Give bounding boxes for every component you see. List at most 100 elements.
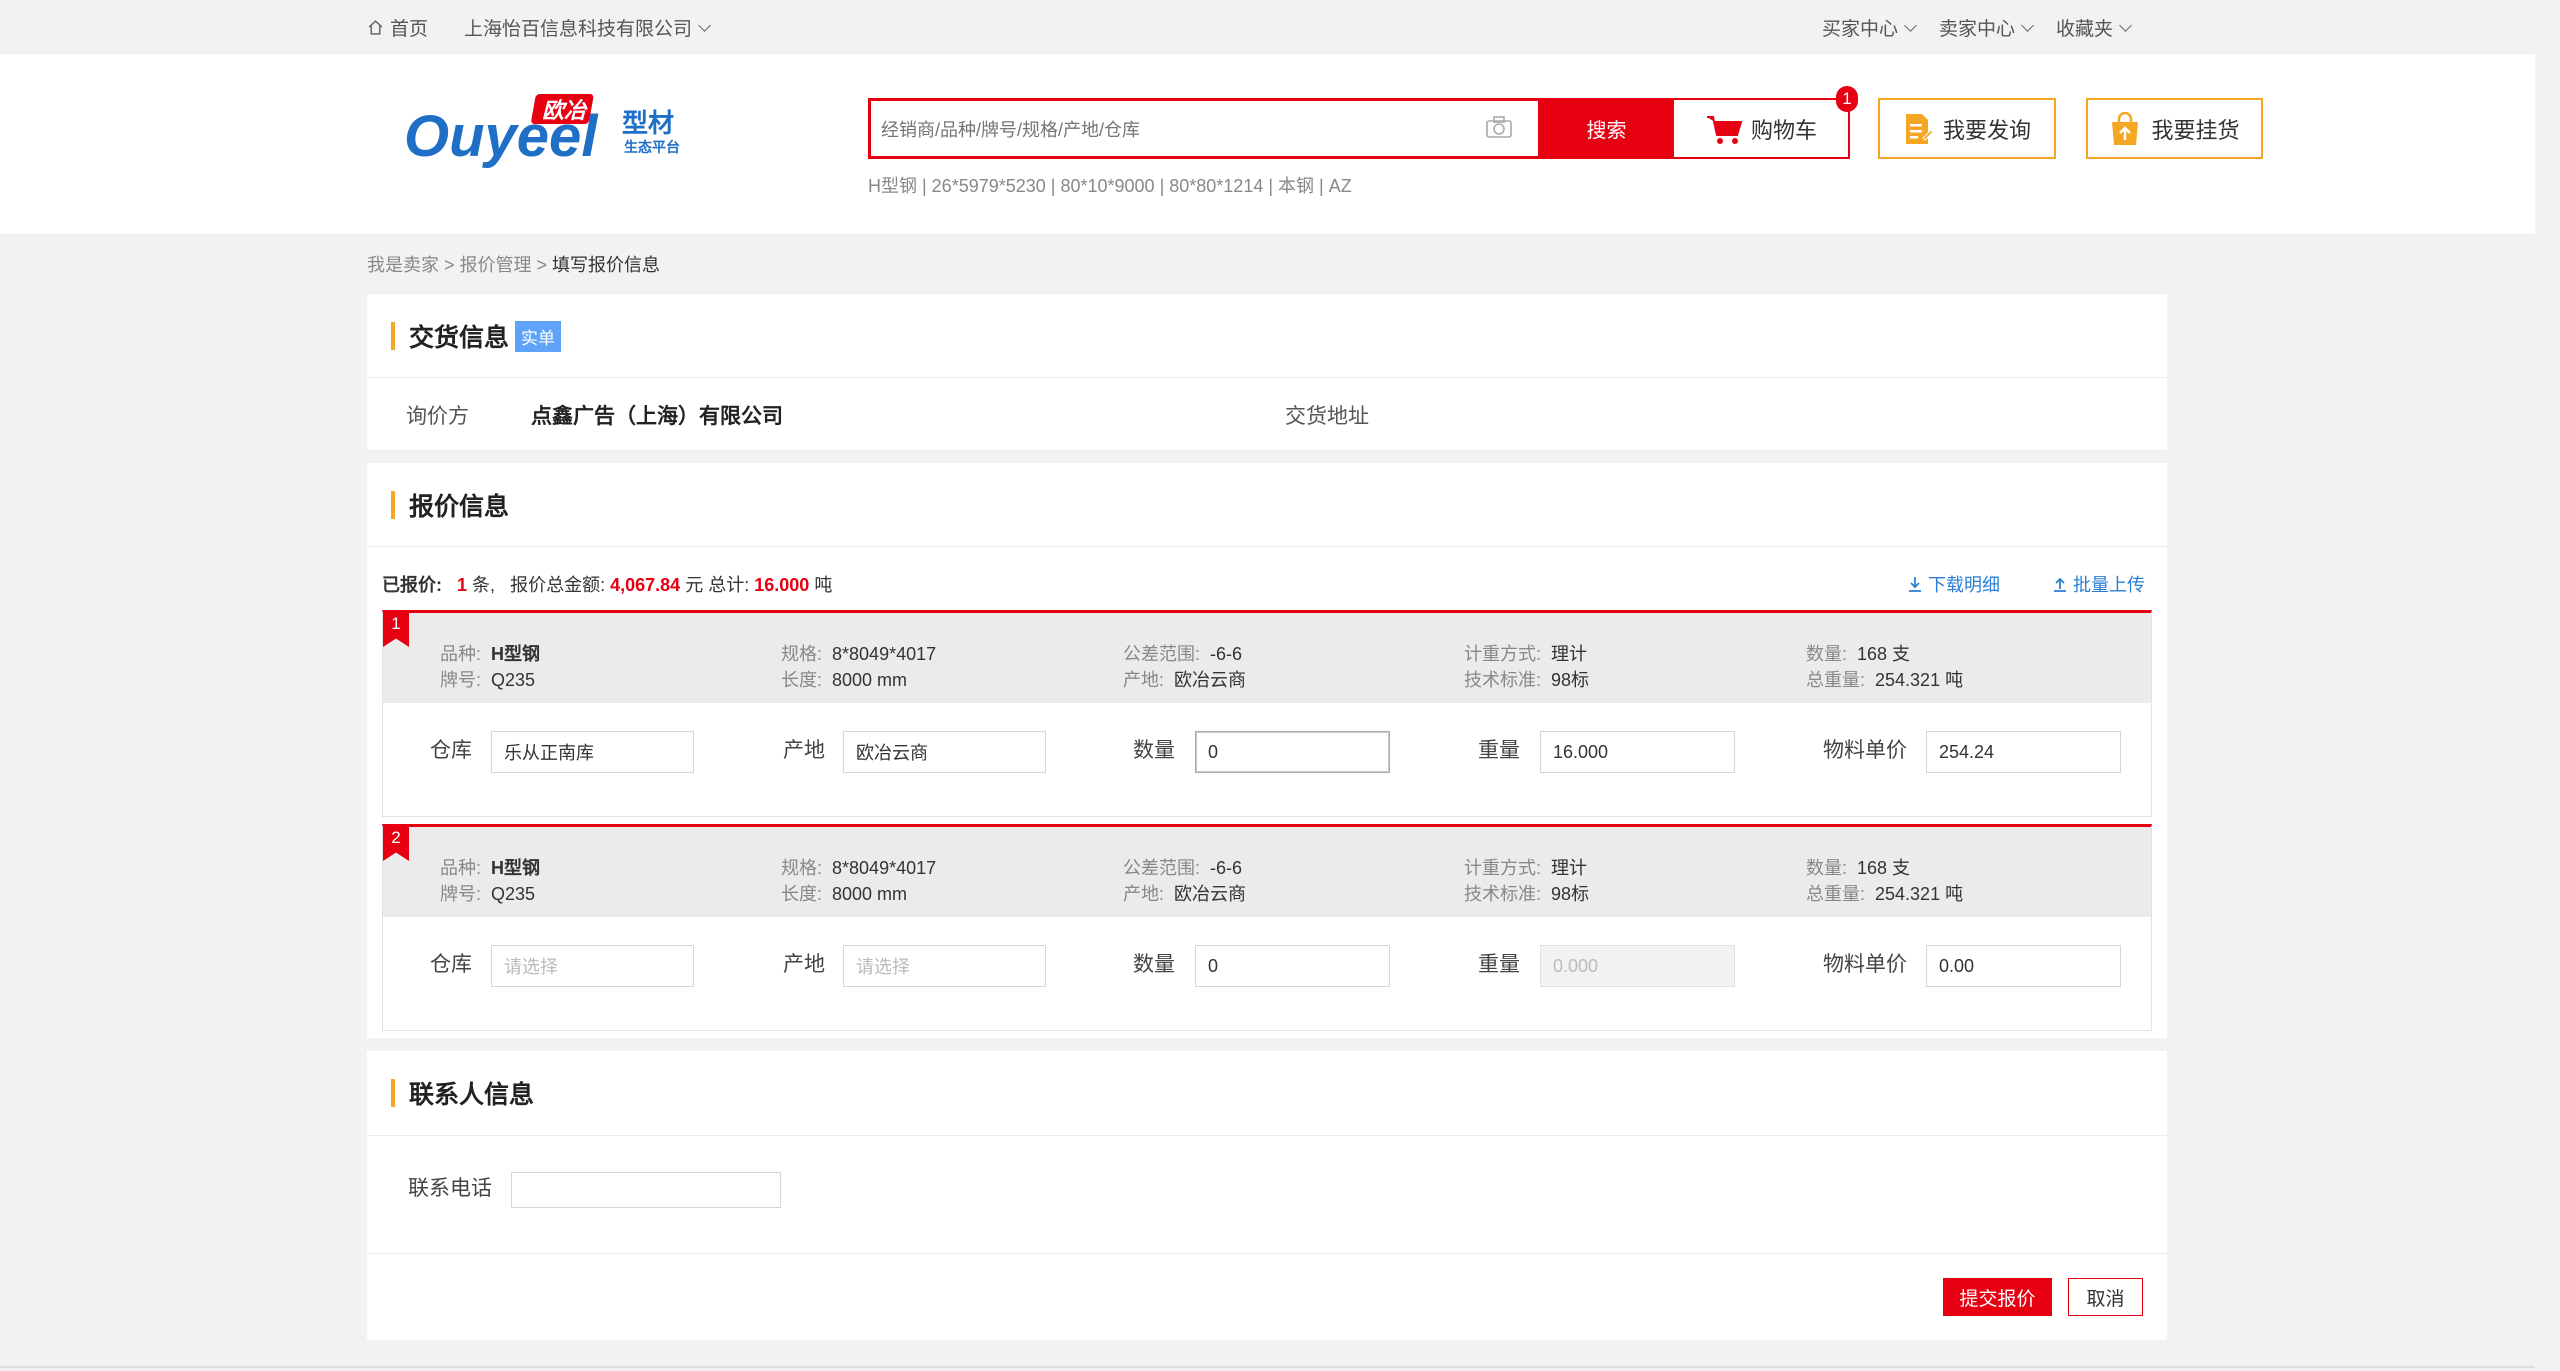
menu-seller-center[interactable]: 卖家中心 bbox=[1939, 14, 2034, 41]
item-summary: 2 品种: H型钢 牌号: Q235 规格: 8*8049*4017 长度: 8000 … bbox=[383, 827, 2151, 917]
quote-weight: 16.000 bbox=[754, 575, 810, 595]
quote-count: 1 bbox=[457, 575, 468, 595]
grade-value: Q235 bbox=[491, 884, 536, 904]
inquirer-label: 询价方 bbox=[406, 405, 469, 428]
cart-icon bbox=[1706, 115, 1743, 144]
spec-value: 8*8049*4017 bbox=[832, 644, 937, 664]
warehouse-select[interactable]: 请选择 bbox=[491, 945, 694, 987]
home-label: 首页 bbox=[390, 19, 429, 40]
cancel-button[interactable]: 取消 bbox=[2068, 1278, 2143, 1316]
post-inquiry-button[interactable]: 我要发询 bbox=[1878, 98, 2056, 159]
measure-label: 计重方式: bbox=[1464, 858, 1542, 878]
breadcrumb-seller[interactable]: 我是卖家 bbox=[367, 255, 439, 275]
document-edit-icon bbox=[1905, 113, 1933, 144]
quantity-input[interactable]: 0 bbox=[1195, 731, 1390, 773]
grade-value: Q235 bbox=[491, 670, 536, 690]
divider bbox=[367, 1135, 2167, 1136]
measure-value: 理计 bbox=[1551, 858, 1588, 878]
company-name: 上海怡百信息科技有限公司 bbox=[464, 19, 693, 40]
variety-label: 品种: bbox=[440, 644, 482, 664]
variety-value: H型钢 bbox=[491, 644, 541, 664]
item-number-ribbon: 1 bbox=[383, 613, 409, 647]
length-label: 长度: bbox=[781, 670, 823, 690]
home-icon bbox=[368, 20, 383, 35]
search-button[interactable]: 搜索 bbox=[1541, 98, 1672, 159]
chevron-down-icon bbox=[698, 18, 711, 32]
contact-title: 联系人信息 bbox=[409, 1081, 535, 1109]
shopping-bag-icon bbox=[2112, 111, 2139, 145]
divider bbox=[367, 377, 2167, 378]
menu-buyer-center[interactable]: 买家中心 bbox=[1822, 14, 1917, 41]
origin-select[interactable]: 请选择 bbox=[843, 945, 1046, 987]
site-logo[interactable]: Ouyeel 欧冶 型材 生态平台 bbox=[402, 88, 702, 178]
phone-input[interactable] bbox=[511, 1172, 781, 1208]
logo-badge: 欧冶 bbox=[542, 99, 588, 124]
weight-unit: 吨 bbox=[814, 575, 833, 595]
item-summary: 1 品种: H型钢 牌号: Q235 规格: 8*8049*4017 长度: 8000 … bbox=[383, 613, 2151, 703]
quote-summary: 已报价: 1 条, 报价总金额: 4,067.84 元 总计: 16.000 吨 bbox=[382, 571, 832, 597]
delivery-info-panel: 交货信息 实单 询价方 点鑫广告（上海）有限公司 交货地址 bbox=[367, 294, 2167, 450]
breadcrumb-quote-mgmt[interactable]: 报价管理 bbox=[460, 255, 532, 275]
download-icon bbox=[1909, 577, 1921, 592]
standard-label: 技术标准: bbox=[1464, 670, 1542, 690]
unit-price-input[interactable]: 0.00 bbox=[1926, 945, 2121, 987]
spec-value: 8*8049*4017 bbox=[832, 858, 937, 878]
delivery-title: 交货信息 bbox=[409, 324, 510, 352]
ouyeel-logo-icon: Ouyeel 欧冶 型材 生态平台 bbox=[404, 94, 680, 169]
section-title: 联系人信息 bbox=[391, 1079, 534, 1109]
quantity-field-label: 数量 bbox=[1133, 953, 1175, 976]
search-input[interactable] bbox=[881, 115, 1461, 145]
phone-label: 联系电话 bbox=[408, 1177, 492, 1200]
tolerance-label: 公差范围: bbox=[1123, 644, 1201, 664]
length-value: 8000 mm bbox=[832, 884, 908, 904]
weight-field-label: 重量 bbox=[1478, 953, 1520, 976]
list-goods-label: 我要挂货 bbox=[2151, 117, 2240, 143]
amount-unit: 元 总计: bbox=[685, 575, 750, 595]
menu-favorites[interactable]: 收藏夹 bbox=[2056, 14, 2132, 41]
cart-button[interactable]: 购物车 bbox=[1672, 98, 1850, 159]
warehouse-select[interactable]: 乐从正南库 bbox=[491, 731, 694, 773]
origin-select[interactable]: 欧冶云商 bbox=[843, 731, 1046, 773]
measure-value: 理计 bbox=[1551, 644, 1588, 664]
breadcrumb: 我是卖家 > 报价管理 > 填写报价信息 bbox=[367, 251, 660, 277]
chevron-down-icon bbox=[2021, 18, 2034, 32]
tolerance-value: -6-6 bbox=[1210, 858, 1243, 878]
origin-label: 产地: bbox=[1123, 884, 1165, 904]
length-value: 8000 mm bbox=[832, 670, 908, 690]
batch-upload-link[interactable]: 批量上传 bbox=[2053, 571, 2145, 597]
inquirer-value: 点鑫广告（上海）有限公司 bbox=[531, 405, 783, 428]
weight-field-label: 重量 bbox=[1478, 739, 1520, 762]
weight-input: 0.000 bbox=[1540, 945, 1735, 987]
quantity-input[interactable]: 0 bbox=[1195, 945, 1390, 987]
summary-label: 已报价: bbox=[382, 575, 442, 595]
spec-label: 规格: bbox=[781, 644, 823, 664]
total-weight-label: 总重量: bbox=[1806, 884, 1866, 904]
download-detail-link[interactable]: 下载明细 bbox=[1908, 571, 2000, 597]
breadcrumb-sep: > bbox=[439, 255, 460, 275]
list-goods-button[interactable]: 我要挂货 bbox=[2086, 98, 2263, 159]
submit-quote-button[interactable]: 提交报价 bbox=[1943, 1278, 2052, 1316]
chevron-down-icon bbox=[1904, 18, 1917, 32]
top-bar: 首页 上海怡百信息科技有限公司 买家中心 卖家中心 收藏夹 bbox=[0, 0, 2560, 54]
origin-value: 欧冶云商 bbox=[1174, 884, 1247, 904]
warehouse-label: 仓库 bbox=[430, 739, 472, 762]
unit-price-label: 物料单价 bbox=[1823, 739, 1907, 762]
origin-field-label: 产地 bbox=[783, 739, 825, 762]
scrollbar-track[interactable] bbox=[2535, 54, 2560, 1371]
variety-value: H型钢 bbox=[491, 858, 541, 878]
cart-label: 购物车 bbox=[1750, 117, 1817, 143]
page-bottom-divider bbox=[0, 1366, 2535, 1368]
contact-info-panel: 联系人信息 联系电话 提交报价 取消 bbox=[367, 1051, 2167, 1340]
total-weight-value: 254.321 吨 bbox=[1875, 670, 1964, 690]
standard-value: 98标 bbox=[1551, 670, 1590, 690]
total-weight-label: 总重量: bbox=[1806, 670, 1866, 690]
unit-price-input[interactable]: 254.24 bbox=[1926, 731, 2121, 773]
hot-search-words[interactable]: H型钢 | 26*5979*5230 | 80*10*9000 | 80*80*… bbox=[868, 172, 1352, 198]
upload-icon bbox=[2054, 577, 2066, 592]
home-link[interactable]: 首页 bbox=[367, 14, 428, 41]
company-switcher[interactable]: 上海怡百信息科技有限公司 bbox=[464, 14, 711, 41]
spec-label: 规格: bbox=[781, 858, 823, 878]
item-number-ribbon: 2 bbox=[383, 827, 409, 861]
camera-icon[interactable] bbox=[1485, 115, 1513, 145]
weight-input[interactable]: 16.000 bbox=[1540, 731, 1735, 773]
